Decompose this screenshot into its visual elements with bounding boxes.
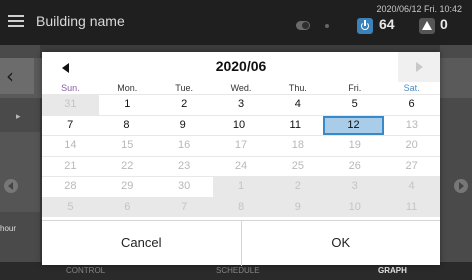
dot-icon xyxy=(325,24,329,28)
calendar-day-selected[interactable]: 12 xyxy=(323,115,384,135)
calendar-week: 28 29 30 1 2 3 4 xyxy=(42,176,441,197)
weekday-label: Sat. xyxy=(403,83,420,93)
calendar-day[interactable]: 25 xyxy=(269,157,326,177)
calendar-day[interactable]: 3 xyxy=(213,95,270,115)
menu-icon[interactable] xyxy=(8,15,24,27)
calendar-day[interactable]: 8 xyxy=(98,116,154,136)
calendar-day[interactable]: 1 xyxy=(99,95,156,115)
calendar-day[interactable]: 27 xyxy=(383,157,440,177)
calendar-day[interactable]: 6 xyxy=(383,95,440,115)
power-icon xyxy=(357,18,373,34)
weekday-label: Fri. xyxy=(348,83,362,93)
calendar-day[interactable]: 11 xyxy=(267,116,323,136)
calendar-day[interactable]: 10 xyxy=(211,116,267,136)
calendar-day[interactable]: 21 xyxy=(42,157,99,177)
calendar-day[interactable]: 5 xyxy=(42,197,99,217)
calendar-day[interactable]: 24 xyxy=(213,157,270,177)
calendar-day[interactable]: 19 xyxy=(326,136,383,156)
calendar-day[interactable]: 2 xyxy=(156,95,213,115)
weekday-label: Mon. xyxy=(117,83,138,93)
calendar-day[interactable]: 2 xyxy=(269,177,327,197)
tab-schedule[interactable]: SCHEDULE xyxy=(216,266,260,275)
next-circle-icon[interactable] xyxy=(454,179,468,193)
calendar-day[interactable]: 4 xyxy=(383,177,441,197)
weekday-label: Thu. xyxy=(288,83,307,93)
ok-button[interactable]: OK xyxy=(240,221,441,266)
calendar-day[interactable]: 8 xyxy=(212,197,270,217)
calendar-day[interactable]: 16 xyxy=(156,136,213,156)
calendar-week: 14 15 16 17 18 19 20 xyxy=(42,135,440,156)
toggle-icon[interactable] xyxy=(296,21,310,30)
datetime: 2020/06/12 Fri. 10:42 xyxy=(376,4,462,14)
calendar-day[interactable]: 22 xyxy=(99,157,156,177)
calendar-day[interactable]: 18 xyxy=(269,136,326,156)
background-mid-panel xyxy=(0,132,40,212)
calendar-day[interactable]: 1 xyxy=(212,177,270,197)
calendar-day[interactable]: 30 xyxy=(156,177,213,197)
prev-circle-icon[interactable] xyxy=(4,179,18,193)
calendar-day[interactable]: 10 xyxy=(326,197,384,217)
calendar-header: 2020/06 xyxy=(42,52,440,82)
calendar-day[interactable]: 3 xyxy=(326,177,384,197)
month-title: 2020/06 xyxy=(215,58,267,74)
calendar-day[interactable]: 13 xyxy=(384,116,440,136)
calendar-grid: Sun. Mon. Tue. Wed. Thu. Fri. Sat. 31 1 … xyxy=(42,82,441,217)
calendar-day[interactable]: 15 xyxy=(99,136,156,156)
calendar-day[interactable]: 9 xyxy=(155,116,211,136)
power-count: 64 xyxy=(379,16,395,32)
calendar-day[interactable]: 9 xyxy=(269,197,327,217)
tab-control[interactable]: CONTROL xyxy=(66,266,105,275)
calendar-day[interactable]: 31 xyxy=(42,95,99,115)
calendar-week: 7 8 9 10 11 12 13 xyxy=(42,114,440,136)
calendar-day[interactable]: 6 xyxy=(98,197,156,217)
calendar-day[interactable]: 5 xyxy=(326,95,383,115)
weekday-label: Tue. xyxy=(175,83,193,93)
calendar-day[interactable]: 7 xyxy=(42,116,98,136)
alert-icon xyxy=(419,18,435,34)
date-picker-dialog: 2020/06 Sun. Mon. Tue. Wed. Thu. Fri. Sa… xyxy=(42,52,441,266)
alert-count: 0 xyxy=(440,16,448,32)
calendar-day[interactable]: 4 xyxy=(269,95,326,115)
calendar-day[interactable]: 26 xyxy=(326,157,383,177)
expand-arrow-icon[interactable]: ▸ xyxy=(16,112,21,122)
calendar-day[interactable]: 17 xyxy=(213,136,270,156)
calendar-day[interactable]: 11 xyxy=(383,197,441,217)
weekday-header: Sun. Mon. Tue. Wed. Thu. Fri. Sat. xyxy=(42,82,440,94)
calendar-day[interactable]: 7 xyxy=(155,197,213,217)
weekday-label: Wed. xyxy=(230,83,252,93)
calendar-week: 5 6 7 8 9 10 11 xyxy=(42,196,441,217)
hour-label: hour xyxy=(0,224,17,233)
calendar-day[interactable]: 14 xyxy=(42,136,99,156)
dialog-actions: Cancel OK xyxy=(42,220,440,266)
top-bar: Building name 2020/06/12 Fri. 10:42 64 0 xyxy=(0,0,472,45)
cancel-button[interactable]: Cancel xyxy=(42,221,241,266)
weekday-label: Sun. xyxy=(61,83,80,93)
back-button[interactable]: ‹ xyxy=(0,58,34,94)
calendar-day[interactable]: 23 xyxy=(156,157,213,177)
calendar-day[interactable]: 20 xyxy=(383,136,440,156)
chevron-left-icon: ‹ xyxy=(6,64,14,88)
calendar-day[interactable]: 29 xyxy=(99,177,156,197)
calendar-week: 21 22 23 24 25 26 27 xyxy=(42,155,440,177)
building-name: Building name xyxy=(36,13,125,29)
calendar-day[interactable]: 28 xyxy=(42,177,99,197)
next-month-button[interactable] xyxy=(398,52,440,82)
tab-graph[interactable]: GRAPH xyxy=(378,266,407,275)
calendar-week: 31 1 2 3 4 5 6 xyxy=(42,94,440,115)
